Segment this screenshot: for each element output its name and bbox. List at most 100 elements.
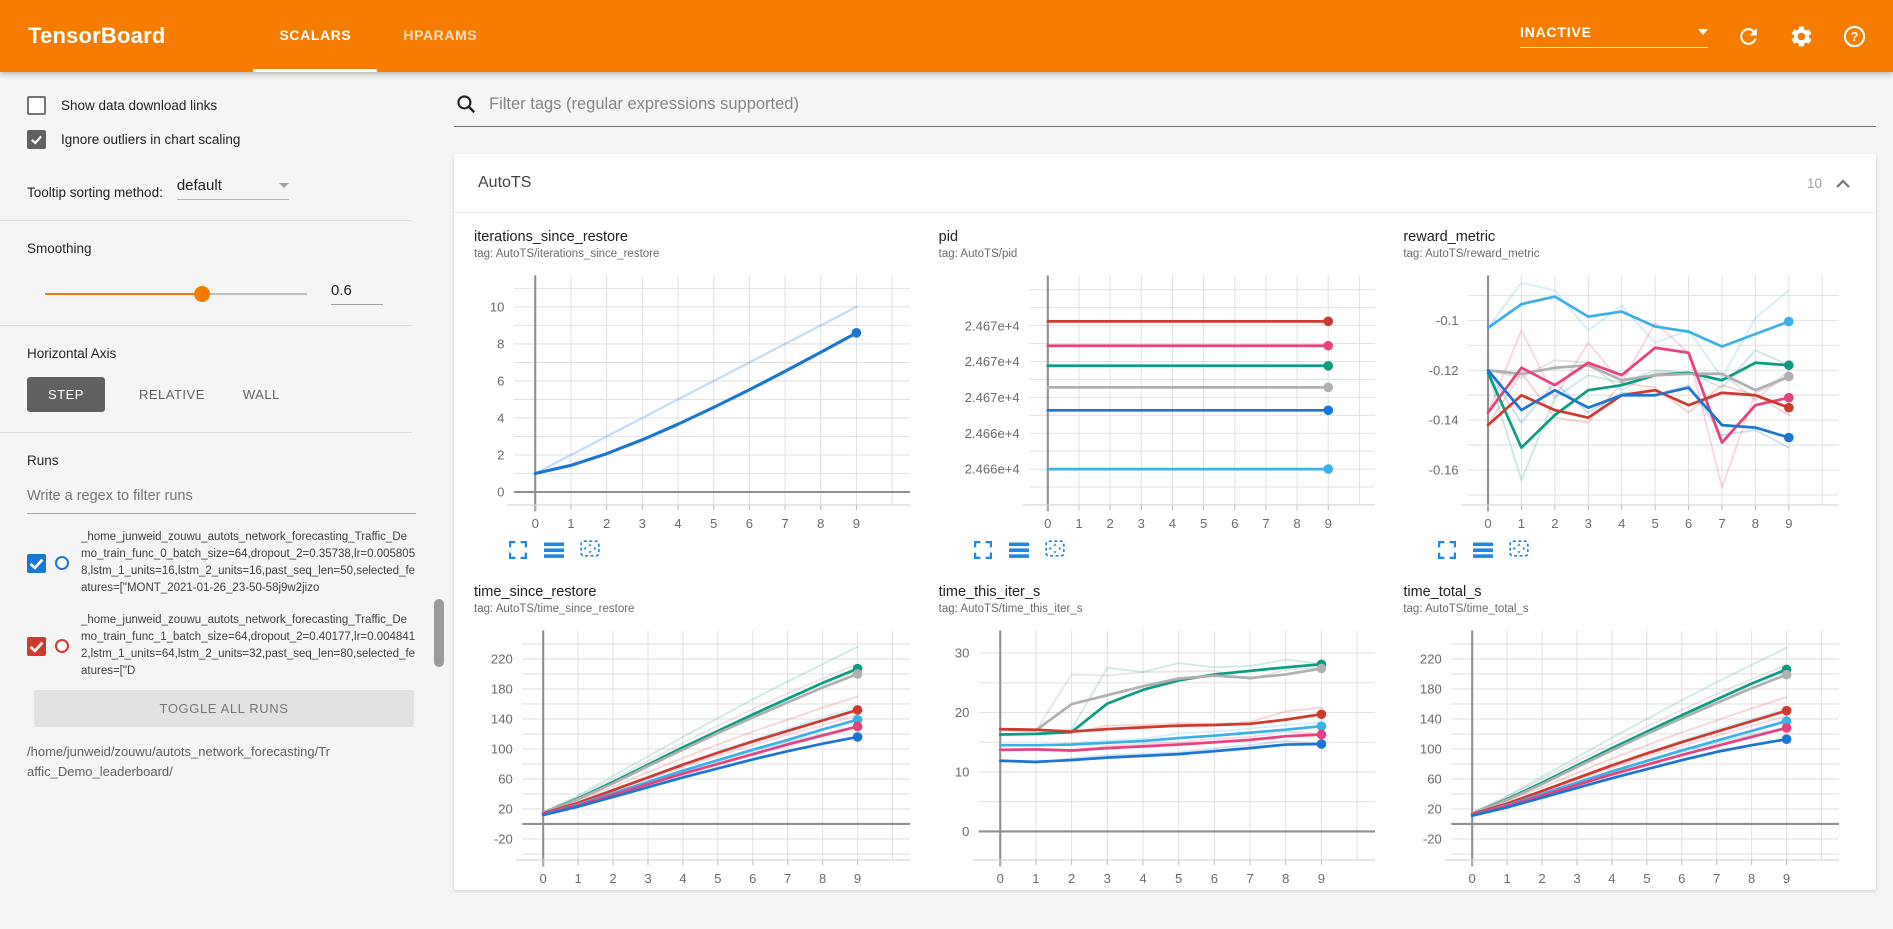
- chart-plot-wrap: 01234567890102030: [939, 621, 1390, 890]
- svg-text:0: 0: [1485, 516, 1492, 531]
- svg-text:220: 220: [491, 652, 513, 667]
- svg-text:2.466e+4: 2.466e+4: [964, 462, 1019, 477]
- checkbox-unchecked[interactable]: [27, 96, 46, 115]
- axis-button-relative[interactable]: RELATIVE: [135, 377, 209, 412]
- svg-text:9: 9: [1317, 871, 1324, 886]
- sidebar-checkbox-row-0[interactable]: Show data download links: [27, 96, 416, 115]
- chart-plot[interactable]: 0123456789-0.1-0.12-0.14-0.16: [1403, 266, 1854, 536]
- charts-grid: iterations_since_restoretag: AutoTS/iter…: [454, 213, 1876, 890]
- expand-chart-icon[interactable]: [1437, 540, 1457, 560]
- svg-text:1: 1: [1075, 516, 1082, 531]
- tag-filter-input[interactable]: [487, 94, 1874, 115]
- svg-text:2: 2: [1539, 871, 1546, 886]
- slider-thumb[interactable]: [194, 286, 210, 302]
- view-data-icon[interactable]: [544, 540, 564, 560]
- chart-tile-time_total_s: time_total_stag: AutoTS/time_total_s0123…: [1403, 584, 1854, 890]
- runs-filter-input[interactable]: [27, 480, 416, 514]
- run-item-0[interactable]: _home_junweid_zouwu_autots_network_forec…: [27, 529, 416, 597]
- chart-plot[interactable]: 01234567890246810: [474, 266, 925, 536]
- main-content: AutoTS 10 iterations_since_restoretag: A…: [446, 72, 1893, 929]
- sidebar-scrollbar-thumb[interactable]: [434, 599, 444, 667]
- chart-plot[interactable]: 01234567892.467e+42.467e+42.467e+42.466e…: [939, 266, 1390, 536]
- expand-chart-icon[interactable]: [508, 540, 528, 560]
- run-radio[interactable]: [55, 556, 69, 570]
- collapse-chevron-icon[interactable]: [1834, 177, 1852, 189]
- svg-text:5: 5: [714, 871, 721, 886]
- view-data-icon[interactable]: [1473, 540, 1493, 560]
- chart-tag: tag: AutoTS/time_since_restore: [474, 603, 925, 615]
- svg-text:4: 4: [1168, 516, 1175, 531]
- chart-title: time_this_iter_s: [939, 584, 1390, 600]
- view-data-icon[interactable]: [1009, 540, 1029, 560]
- status-dropdown[interactable]: INACTIVE: [1520, 24, 1708, 48]
- chart-plot-wrap: 01234567892.467e+42.467e+42.467e+42.466e…: [939, 266, 1390, 536]
- chart-plot-wrap: 0123456789-0.1-0.12-0.14-0.16: [1403, 266, 1854, 536]
- refresh-icon[interactable]: [1736, 24, 1761, 49]
- svg-text:2: 2: [1068, 871, 1075, 886]
- chart-plot-wrap: 0123456789-202060100140180220: [1403, 621, 1854, 890]
- chart-plot[interactable]: 01234567890102030: [939, 621, 1390, 890]
- horizontal-axis-label: Horizontal Axis: [27, 346, 416, 361]
- svg-text:9: 9: [854, 871, 861, 886]
- chart-tile-pid: pidtag: AutoTS/pid01234567892.467e+42.46…: [939, 229, 1390, 560]
- svg-text:100: 100: [491, 742, 513, 757]
- tooltip-sorting-select[interactable]: default: [177, 177, 289, 200]
- svg-text:9: 9: [853, 516, 860, 531]
- fit-domain-icon[interactable]: [1509, 540, 1529, 560]
- svg-text:4: 4: [674, 516, 681, 531]
- axis-button-wall[interactable]: WALL: [239, 377, 284, 412]
- run-checkbox[interactable]: [27, 637, 46, 656]
- toggle-all-runs-button[interactable]: TOGGLE ALL RUNS: [34, 690, 414, 727]
- tab-scalars[interactable]: SCALARS: [253, 0, 377, 72]
- chart-toolbar: [1437, 540, 1854, 560]
- svg-text:2: 2: [497, 448, 504, 463]
- expand-chart-icon[interactable]: [973, 540, 993, 560]
- svg-text:-0.12: -0.12: [1429, 363, 1459, 378]
- chart-plot[interactable]: 0123456789-202060100140180220: [474, 621, 925, 890]
- svg-text:10: 10: [490, 300, 505, 315]
- run-radio[interactable]: [55, 639, 69, 653]
- svg-text:0: 0: [1469, 871, 1476, 886]
- sidebar-checkbox-row-1[interactable]: Ignore outliers in chart scaling: [27, 130, 416, 149]
- autots-card-header[interactable]: AutoTS 10: [454, 154, 1876, 213]
- svg-text:2.467e+4: 2.467e+4: [964, 318, 1019, 333]
- smoothing-value[interactable]: 0.6: [331, 282, 383, 305]
- sidebar-checkbox-group: Show data download links Ignore outliers …: [27, 96, 416, 149]
- svg-text:-0.14: -0.14: [1429, 413, 1459, 428]
- divider: [0, 432, 412, 433]
- svg-text:8: 8: [1748, 871, 1755, 886]
- header-actions: INACTIVE ?: [1520, 0, 1867, 72]
- svg-text:3: 3: [1574, 871, 1581, 886]
- chart-plot[interactable]: 0123456789-202060100140180220: [1403, 621, 1854, 890]
- checkbox-label: Ignore outliers in chart scaling: [61, 132, 240, 147]
- help-icon[interactable]: ?: [1842, 24, 1867, 49]
- chart-tile-time_since_restore: time_since_restoretag: AutoTS/time_since…: [474, 584, 925, 890]
- axis-button-step[interactable]: STEP: [27, 377, 105, 412]
- app-header: TensorBoard SCALARSHPARAMS INACTIVE ?: [0, 0, 1893, 72]
- run-checkbox[interactable]: [27, 554, 46, 573]
- svg-text:10: 10: [954, 765, 969, 780]
- svg-text:9: 9: [1786, 516, 1793, 531]
- svg-text:5: 5: [1652, 516, 1659, 531]
- svg-text:2.466e+4: 2.466e+4: [964, 426, 1019, 441]
- settings-gear-icon[interactable]: [1789, 24, 1814, 49]
- checkbox-checked[interactable]: [27, 130, 46, 149]
- chart-tag: tag: AutoTS/time_total_s: [1403, 603, 1854, 615]
- svg-text:-20: -20: [494, 832, 513, 847]
- logdir-path: /home/junweid/zouwu/autots_network_forec…: [27, 742, 337, 782]
- svg-text:6: 6: [1231, 516, 1238, 531]
- status-value: INACTIVE: [1520, 24, 1592, 40]
- smoothing-slider[interactable]: [45, 286, 307, 302]
- svg-text:0: 0: [532, 516, 539, 531]
- svg-text:2: 2: [609, 871, 616, 886]
- svg-text:4: 4: [1139, 871, 1146, 886]
- run-item-1[interactable]: _home_junweid_zouwu_autots_network_forec…: [27, 612, 416, 680]
- tab-hparams[interactable]: HPARAMS: [377, 0, 503, 72]
- tooltip-sorting-row: Tooltip sorting method: default: [27, 177, 416, 200]
- fit-domain-icon[interactable]: [1045, 540, 1065, 560]
- app-body: Show data download links Ignore outliers …: [0, 72, 1893, 929]
- chart-title: pid: [939, 229, 1390, 245]
- svg-text:-0.1: -0.1: [1436, 313, 1459, 328]
- fit-domain-icon[interactable]: [580, 540, 600, 560]
- svg-text:20: 20: [1428, 802, 1443, 817]
